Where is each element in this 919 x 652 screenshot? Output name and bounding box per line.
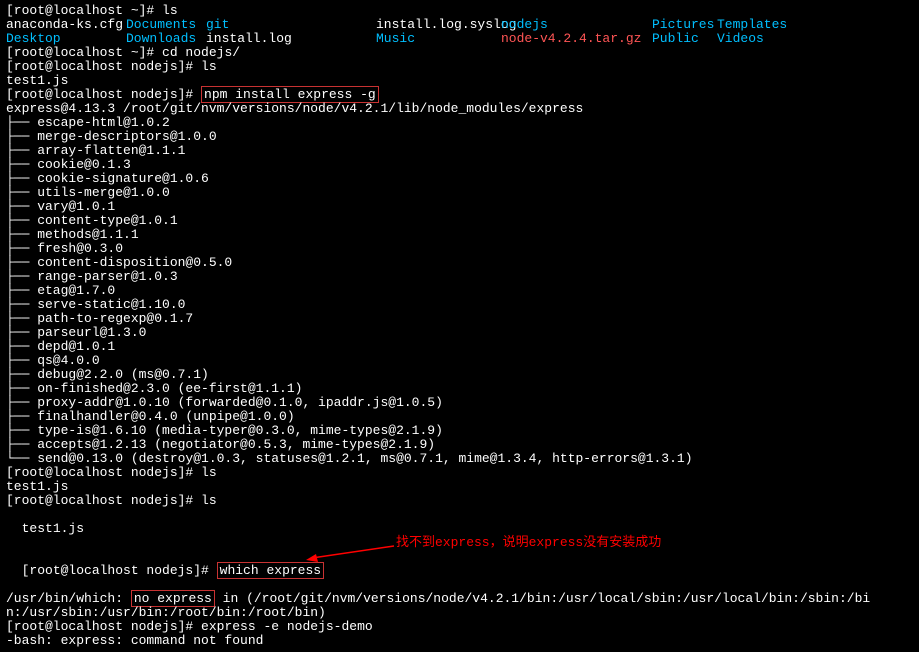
ls-item-dir: Downloads xyxy=(126,32,206,46)
prompt: [root@localhost nodejs]# xyxy=(22,563,217,578)
annotation-text: 找不到express，说明express没有安装成功 xyxy=(396,536,661,550)
ls-item-archive: node-v4.2.4.tar.gz xyxy=(501,32,652,46)
npm-dep-line: ├── serve-static@1.10.0 xyxy=(6,298,913,312)
cmd-cd: cd nodejs/ xyxy=(162,45,240,60)
ls-item-dir: Documents xyxy=(126,18,206,32)
npm-dep-line: ├── accepts@1.2.13 (negotiator@0.5.3, mi… xyxy=(6,438,913,452)
npm-dep-line: ├── qs@4.0.0 xyxy=(6,354,913,368)
prompt: [root@localhost ~]# xyxy=(6,45,162,60)
prompt: [root@localhost ~]# xyxy=(6,3,162,18)
npm-dep-line: ├── content-type@1.0.1 xyxy=(6,214,913,228)
npm-dep-line: ├── range-parser@1.0.3 xyxy=(6,270,913,284)
npm-dep-line: └── send@0.13.0 (destroy@1.0.3, statuses… xyxy=(6,452,913,466)
npm-dep-line: ├── merge-descriptors@1.0.0 xyxy=(6,130,913,144)
npm-dep-line: ├── type-is@1.6.10 (media-typer@0.3.0, m… xyxy=(6,424,913,438)
ls-item-dir: Templates xyxy=(717,18,913,32)
cmd-ls: ls xyxy=(201,493,217,508)
ls-item-dir: Desktop xyxy=(6,32,126,46)
cmd-which-boxed: which express xyxy=(217,562,324,579)
prompt: [root@localhost nodejs]# xyxy=(6,493,201,508)
npm-dep-line: ├── finalhandler@0.4.0 (unpipe@1.0.0) xyxy=(6,410,913,424)
prompt: [root@localhost nodejs]# xyxy=(6,619,201,634)
ls-item-dir: Public xyxy=(652,32,717,46)
prompt-line: [root@localhost ~]# ls xyxy=(6,4,913,18)
npm-dep-line: ├── depd@1.0.1 xyxy=(6,340,913,354)
ls-output-row2: Desktop Downloads install.log Music node… xyxy=(6,32,913,46)
prompt-line: [root@localhost nodejs]# ls xyxy=(6,466,913,480)
arrow-icon xyxy=(306,544,396,564)
ls-item-dir: git xyxy=(206,18,376,32)
ls-item: anaconda-ks.cfg xyxy=(6,18,126,32)
cmd-express: express -e nodejs-demo xyxy=(201,619,373,634)
npm-dep-line: ├── parseurl@1.3.0 xyxy=(6,326,913,340)
ls-item: install.log.syslog xyxy=(376,18,501,32)
prompt-line: [root@localhost nodejs]# npm install exp… xyxy=(6,88,913,102)
npm-dep-line: ├── methods@1.1.1 xyxy=(6,228,913,242)
npm-output-header: express@4.13.3 /root/git/nvm/versions/no… xyxy=(6,102,913,116)
prompt-line: [root@localhost nodejs]# ls xyxy=(6,494,913,508)
npm-dep-line: ├── utils-merge@1.0.0 xyxy=(6,186,913,200)
npm-dep-line: ├── fresh@0.3.0 xyxy=(6,242,913,256)
which-output-line2: n:/usr/sbin:/usr/bin:/root/bin:/root/bin… xyxy=(6,606,913,620)
prompt-line: [root@localhost ~]# cd nodejs/ xyxy=(6,46,913,60)
cmd-ls: ls xyxy=(162,3,178,18)
which-prefix: /usr/bin/which: xyxy=(6,591,123,606)
prompt: [root@localhost nodejs]# xyxy=(6,59,201,74)
npm-dep-line: ├── content-disposition@0.5.0 xyxy=(6,256,913,270)
prompt: [root@localhost nodejs]# xyxy=(6,87,201,102)
npm-dep-line: ├── debug@2.2.0 (ms@0.7.1) xyxy=(6,368,913,382)
ls-item: install.log xyxy=(206,32,376,46)
cmd-ls: ls xyxy=(201,465,217,480)
prompt-line-which: [root@localhost nodejs]# which express xyxy=(6,550,913,592)
npm-dep-line: ├── etag@1.7.0 xyxy=(6,284,913,298)
ls-output: test1.js xyxy=(6,480,913,494)
prompt: [root@localhost nodejs]# xyxy=(6,465,201,480)
npm-dep-line: ├── on-finished@2.3.0 (ee-first@1.1.1) xyxy=(6,382,913,396)
prompt-line: [root@localhost nodejs]# express -e node… xyxy=(6,620,913,634)
npm-dep-line: ├── proxy-addr@1.0.10 (forwarded@0.1.0, … xyxy=(6,396,913,410)
npm-dep-line: ├── path-to-regexp@0.1.7 xyxy=(6,312,913,326)
which-path: in (/root/git/nvm/versions/node/v4.2.1/b… xyxy=(215,591,870,606)
prompt-line: [root@localhost nodejs]# ls xyxy=(6,60,913,74)
bash-error: -bash: express: command not found xyxy=(6,634,913,648)
npm-dep-line: ├── cookie-signature@1.0.6 xyxy=(6,172,913,186)
cmd-ls: ls xyxy=(201,59,217,74)
ls-item-dir: Videos xyxy=(717,32,913,46)
npm-dep-line: ├── escape-html@1.0.2 xyxy=(6,116,913,130)
ls-output: test1.js xyxy=(6,74,913,88)
ls-item-dir: Music xyxy=(376,32,501,46)
ls-output-row1: anaconda-ks.cfg Documents git install.lo… xyxy=(6,18,913,32)
npm-dep-line: ├── cookie@0.1.3 xyxy=(6,158,913,172)
which-output-line1: /usr/bin/which: no express in (/root/git… xyxy=(6,592,913,606)
ls-item-dir: Pictures xyxy=(652,18,717,32)
npm-dependency-tree: ├── escape-html@1.0.2├── merge-descripto… xyxy=(6,116,913,466)
ls-output: test1.js xyxy=(22,521,84,536)
ls-item-dir: nodejs xyxy=(501,18,652,32)
npm-dep-line: ├── vary@1.0.1 xyxy=(6,200,913,214)
ls-output-with-annotation: test1.js 找不到express，说明express没有安装成功 xyxy=(6,508,913,550)
npm-dep-line: ├── array-flatten@1.1.1 xyxy=(6,144,913,158)
